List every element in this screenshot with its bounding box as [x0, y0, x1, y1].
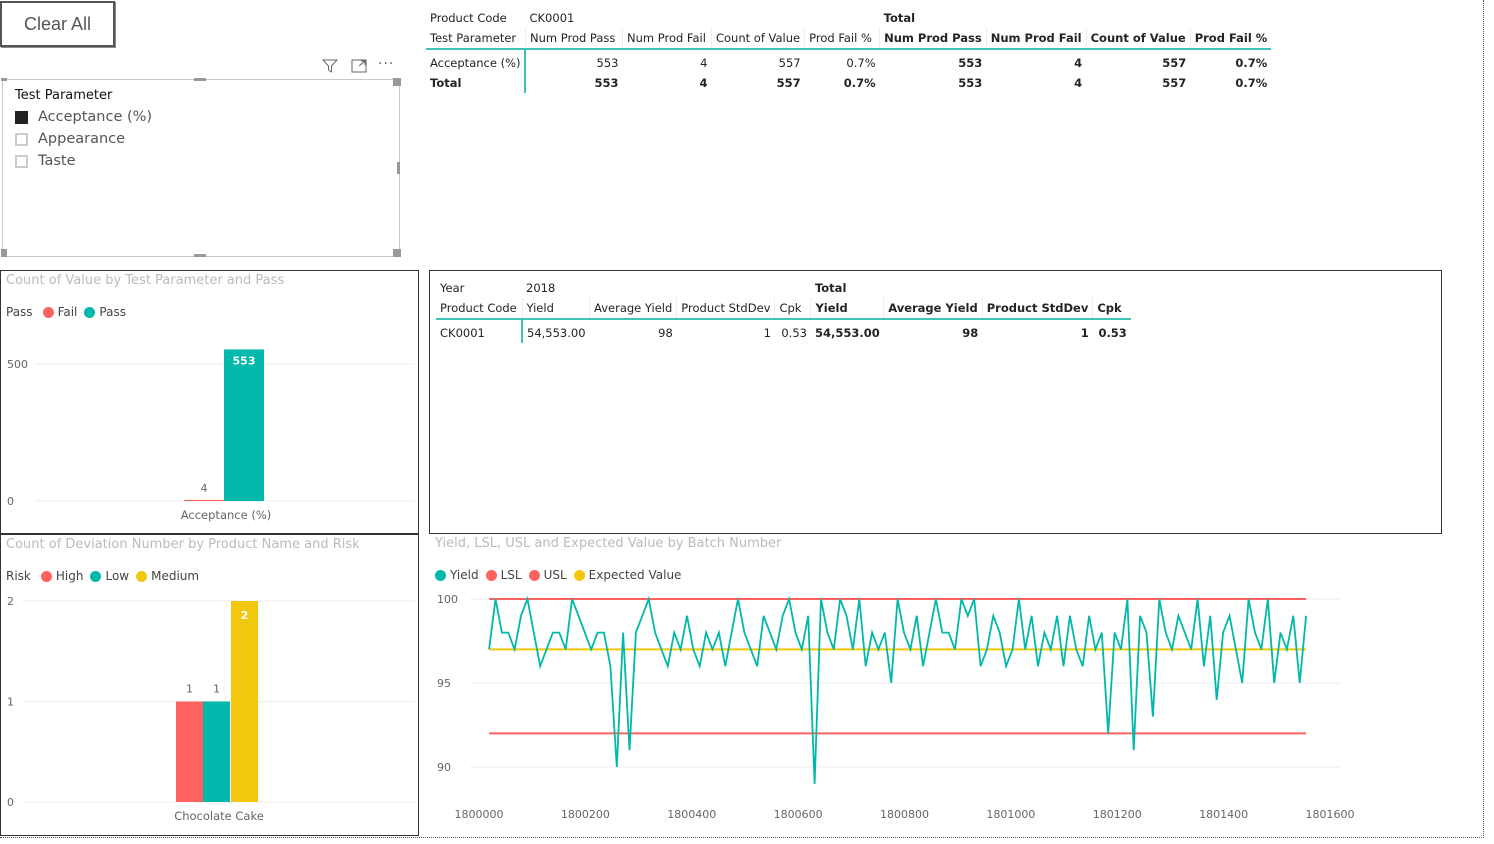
- data-label: 1: [213, 683, 220, 696]
- bar-low: [203, 701, 230, 802]
- x-tick-label: 1800200: [561, 808, 610, 821]
- x-tick-label: 1801200: [1093, 808, 1142, 821]
- y-tick-label: 2: [7, 595, 14, 608]
- data-label: 4: [201, 482, 208, 495]
- x-tick-label: 1800000: [455, 808, 504, 821]
- bar-pass: [224, 349, 264, 501]
- data-label: 553: [233, 354, 256, 367]
- y-tick-label: 0: [7, 796, 14, 809]
- y-tick-label: 0: [7, 495, 14, 508]
- x-tick-label: 1800400: [667, 808, 716, 821]
- x-tick-label: 1801000: [986, 808, 1035, 821]
- y-tick-label: 500: [7, 358, 28, 371]
- y-tick-label: 95: [437, 677, 451, 690]
- y-tick-label: 1: [7, 696, 14, 709]
- yield-line: [488, 595, 1307, 784]
- y-tick-label: 100: [437, 593, 458, 606]
- bar-fail: [184, 499, 224, 501]
- data-label: 1: [186, 683, 193, 696]
- x-tick-label: Acceptance (%): [181, 508, 271, 522]
- data-label: 2: [241, 609, 249, 622]
- charts-layer: 0 500 4 553 Acceptance (%) 0 1 2 1 1 2 Chocolate Ca…: [7, 349, 1355, 823]
- x-tick-label: 1800600: [774, 808, 823, 821]
- x-tick-label: 1801400: [1199, 808, 1248, 821]
- x-tick-label: Chocolate Cake: [174, 809, 264, 823]
- bar-high: [176, 701, 203, 802]
- x-tick-label: 1801600: [1306, 808, 1355, 821]
- bar-medium: [231, 601, 258, 802]
- x-tick-label: 1800800: [880, 808, 929, 821]
- y-tick-label: 90: [437, 761, 451, 774]
